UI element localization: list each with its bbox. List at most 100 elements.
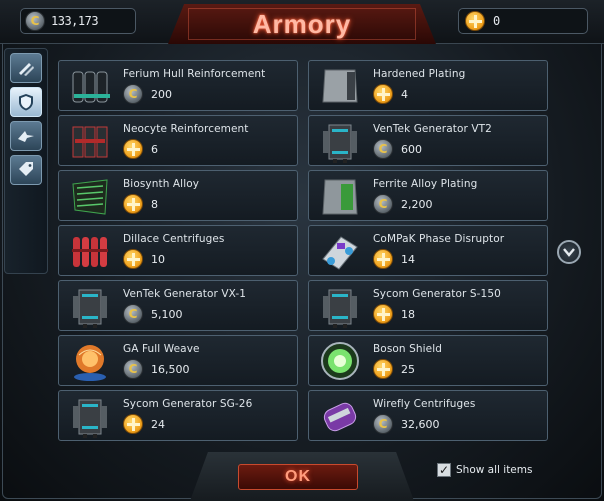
item-price: C 32,600 bbox=[373, 414, 440, 434]
plating-icon bbox=[317, 64, 363, 108]
boson-shield-icon bbox=[317, 339, 363, 383]
item-card[interactable]: Sycom Generator S-150 18 bbox=[308, 280, 548, 331]
item-price-value: 5,100 bbox=[151, 307, 183, 321]
item-name: Sycom Generator SG-26 bbox=[123, 398, 253, 410]
item-price: 24 bbox=[123, 414, 165, 434]
premium-coin-icon bbox=[123, 249, 143, 269]
premium-coin-icon bbox=[373, 304, 393, 324]
premium-amount: 0 bbox=[493, 14, 500, 28]
item-card[interactable]: VenTek Generator VT2 C 600 bbox=[308, 115, 548, 166]
item-price: C 600 bbox=[373, 139, 422, 159]
generator-icon bbox=[317, 284, 363, 328]
chevron-down-icon bbox=[563, 248, 575, 257]
item-card[interactable]: GA Full Weave C 16,500 bbox=[58, 335, 298, 386]
item-card[interactable]: Hardened Plating 4 bbox=[308, 60, 548, 111]
item-name: Ferrite Alloy Plating bbox=[373, 178, 478, 190]
credits-display: C 133,173 bbox=[20, 8, 136, 34]
item-name: Ferium Hull Reinforcement bbox=[123, 68, 266, 80]
hull-reinforcement-icon bbox=[67, 64, 113, 108]
credits-coin-icon: C bbox=[123, 84, 143, 104]
item-card[interactable]: Ferium Hull Reinforcement C 200 bbox=[58, 60, 298, 111]
item-grid: Ferium Hull Reinforcement C 200 Hardened Pl… bbox=[58, 60, 550, 444]
item-card[interactable]: Boson Shield 25 bbox=[308, 335, 548, 386]
item-name: VenTek Generator VT2 bbox=[373, 123, 492, 135]
credits-coin-icon: C bbox=[25, 11, 45, 31]
page-title: Armory bbox=[252, 8, 352, 39]
item-name: Biosynth Alloy bbox=[123, 178, 200, 190]
centrifuges-icon bbox=[67, 229, 113, 273]
top-bar: C 133,173 Armory 0 bbox=[0, 0, 604, 44]
item-card[interactable]: Neocyte Reinforcement 6 bbox=[58, 115, 298, 166]
weapons-icon bbox=[19, 63, 34, 76]
premium-coin-icon bbox=[123, 194, 143, 214]
item-name: Boson Shield bbox=[373, 343, 442, 355]
title-plate: Armory bbox=[168, 4, 436, 44]
item-price: 18 bbox=[373, 304, 415, 324]
item-price-value: 200 bbox=[151, 87, 172, 101]
tab-ships[interactable] bbox=[10, 121, 42, 151]
item-price-value: 10 bbox=[151, 252, 165, 266]
item-card[interactable]: VenTek Generator VX-1 C 5,100 bbox=[58, 280, 298, 331]
item-price: C 200 bbox=[123, 84, 172, 104]
tag-icon bbox=[19, 162, 33, 176]
item-name: Hardened Plating bbox=[373, 68, 466, 80]
item-card[interactable]: Biosynth Alloy 8 bbox=[58, 170, 298, 221]
item-price: 14 bbox=[373, 249, 415, 269]
item-price-value: 2,200 bbox=[401, 197, 433, 211]
alloy-icon bbox=[67, 174, 113, 218]
item-price-value: 32,600 bbox=[401, 417, 440, 431]
item-name: Wirefly Centrifuges bbox=[373, 398, 476, 410]
ok-button-label: OK bbox=[285, 468, 311, 485]
premium-coin-icon bbox=[373, 84, 393, 104]
credits-coin-icon: C bbox=[123, 359, 143, 379]
item-price-value: 14 bbox=[401, 252, 415, 266]
item-card[interactable]: CoMPaK Phase Disruptor 14 bbox=[308, 225, 548, 276]
item-price: C 5,100 bbox=[123, 304, 183, 324]
credits-coin-icon: C bbox=[373, 414, 393, 434]
item-price-value: 16,500 bbox=[151, 362, 190, 376]
premium-coin-icon bbox=[465, 11, 485, 31]
item-name: CoMPaK Phase Disruptor bbox=[373, 233, 505, 245]
item-price: 25 bbox=[373, 359, 415, 379]
tab-shields[interactable] bbox=[10, 87, 42, 117]
centrifuge-canister-icon bbox=[317, 394, 363, 438]
credits-coin-icon: C bbox=[373, 194, 393, 214]
item-price-value: 6 bbox=[151, 142, 158, 156]
item-price-value: 18 bbox=[401, 307, 415, 321]
item-name: VenTek Generator VX-1 bbox=[123, 288, 247, 300]
item-card[interactable]: Dillace Centrifuges 10 bbox=[58, 225, 298, 276]
reinforcement-icon bbox=[67, 119, 113, 163]
phase-disruptor-icon bbox=[317, 229, 363, 273]
premium-display: 0 bbox=[458, 8, 588, 34]
generator-icon bbox=[317, 119, 363, 163]
credits-coin-icon: C bbox=[373, 139, 393, 159]
item-name: Dillace Centrifuges bbox=[123, 233, 225, 245]
item-price: C 16,500 bbox=[123, 359, 190, 379]
tab-weapons[interactable] bbox=[10, 53, 42, 83]
credits-coin-icon: C bbox=[123, 304, 143, 324]
alloy-plating-icon bbox=[317, 174, 363, 218]
item-price: 8 bbox=[123, 194, 158, 214]
item-price-value: 600 bbox=[401, 142, 422, 156]
premium-coin-icon bbox=[373, 359, 393, 379]
credits-amount: 133,173 bbox=[51, 14, 99, 28]
item-card[interactable]: Wirefly Centrifuges C 32,600 bbox=[308, 390, 548, 441]
show-all-checkbox[interactable]: ✓ bbox=[437, 463, 451, 477]
item-name: Neocyte Reinforcement bbox=[123, 123, 249, 135]
show-all-toggle[interactable]: ✓ Show all items bbox=[437, 463, 532, 477]
item-card[interactable]: Ferrite Alloy Plating C 2,200 bbox=[308, 170, 548, 221]
item-price: 6 bbox=[123, 139, 158, 159]
item-card[interactable]: Sycom Generator SG-26 24 bbox=[58, 390, 298, 441]
item-price-value: 25 bbox=[401, 362, 415, 376]
ok-button[interactable]: OK bbox=[238, 464, 358, 490]
item-price-value: 24 bbox=[151, 417, 165, 431]
generator-icon bbox=[67, 284, 113, 328]
scroll-down-button[interactable] bbox=[557, 240, 581, 264]
item-price-value: 4 bbox=[401, 87, 408, 101]
ship-icon bbox=[18, 131, 34, 142]
weave-orb-icon bbox=[67, 339, 113, 383]
premium-coin-icon bbox=[123, 414, 143, 434]
item-price: C 2,200 bbox=[373, 194, 433, 214]
tab-tags[interactable] bbox=[10, 155, 42, 185]
item-name: GA Full Weave bbox=[123, 343, 200, 355]
